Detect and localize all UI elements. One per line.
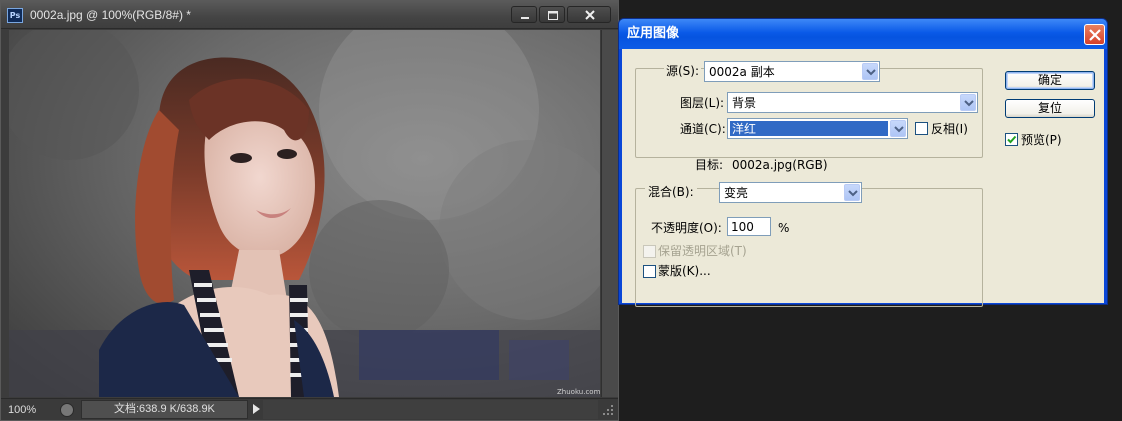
close-button[interactable] — [567, 6, 611, 23]
blending-value: 变亮 — [724, 186, 749, 200]
channel-value: 洋红 — [732, 122, 757, 136]
preserve-transparency-checkbox[interactable] — [643, 245, 656, 258]
mask-checkbox[interactable] — [643, 265, 656, 278]
document-title: 0002a.jpg @ 100%(RGB/8#) * — [30, 8, 191, 22]
layer-label: 图层(L): — [680, 96, 725, 110]
opacity-input[interactable]: 100 — [727, 217, 771, 236]
resize-grip-icon[interactable] — [601, 403, 615, 417]
watermark-text: Zhuoku.com — [557, 388, 600, 396]
mask-label[interactable]: 蒙版(K)... — [658, 264, 711, 278]
invert-checkbox[interactable] — [915, 122, 928, 135]
channel-dropdown-button[interactable] — [890, 120, 906, 137]
chevron-down-icon — [866, 69, 876, 76]
channel-select[interactable]: 洋红 — [727, 118, 908, 139]
target-label: 目标: — [695, 158, 724, 172]
opacity-unit: % — [778, 221, 790, 235]
source-select[interactable]: 0002a 副本 — [704, 61, 880, 82]
preview-label[interactable]: 预览(P) — [1021, 133, 1062, 147]
opacity-value: 100 — [731, 220, 754, 234]
blending-select[interactable]: 变亮 — [719, 182, 862, 203]
source-label: 源(S): — [664, 64, 702, 78]
document-window: Ps 0002a.jpg @ 100%(RGB/8#) * Zhuoku.com… — [0, 0, 619, 421]
maximize-button[interactable] — [539, 6, 565, 23]
reset-button[interactable]: 复位 — [1005, 99, 1095, 118]
dialog-title: 应用图像 — [627, 26, 680, 41]
source-value: 0002a 副本 — [709, 65, 775, 79]
horizontal-scrollbar[interactable] — [263, 400, 598, 419]
status-menu-arrow-icon[interactable] — [250, 402, 262, 416]
ok-button[interactable]: 确定 — [1005, 71, 1095, 90]
blending-dropdown-button[interactable] — [844, 184, 860, 201]
target-value: 0002a.jpg(RGB) — [732, 158, 828, 172]
dialog-close-button[interactable] — [1084, 24, 1105, 45]
close-icon — [1089, 29, 1101, 41]
dialog-titlebar[interactable]: 应用图像 — [619, 19, 1107, 49]
status-bar: 100% 文档:638.9 K/638.9K — [1, 398, 618, 420]
close-icon — [585, 10, 595, 20]
zoom-level[interactable]: 100% — [8, 403, 36, 417]
preserve-transparency-label: 保留透明区域(T) — [658, 244, 747, 258]
photo-image: Zhuoku.com — [9, 30, 600, 397]
checkmark-icon — [1007, 135, 1017, 144]
chevron-down-icon — [964, 100, 974, 107]
chevron-down-icon — [848, 190, 858, 197]
minimize-icon — [521, 17, 529, 19]
preview-checkbox[interactable] — [1005, 133, 1018, 146]
photoshop-logo-icon: Ps — [7, 8, 23, 23]
image-canvas[interactable]: Zhuoku.com — [9, 30, 600, 397]
layer-select[interactable]: 背景 — [727, 92, 978, 113]
dialog-body: 源(S): 0002a 副本 图层(L): 背景 通道(C): 洋红 反相(I)… — [622, 49, 1104, 307]
layer-value: 背景 — [732, 96, 757, 110]
blending-label: 混合(B): — [645, 185, 697, 199]
vertical-scrollbar[interactable] — [601, 30, 618, 397]
invert-label[interactable]: 反相(I) — [931, 122, 968, 136]
zoom-icon[interactable] — [60, 403, 74, 417]
layer-dropdown-button[interactable] — [960, 94, 976, 111]
source-dropdown-button[interactable] — [862, 63, 878, 80]
channel-label: 通道(C): — [680, 122, 726, 136]
maximize-icon — [548, 11, 558, 20]
document-info: 文档:638.9 K/638.9K — [81, 400, 248, 419]
chevron-down-icon — [894, 126, 904, 133]
apply-image-dialog: 应用图像 源(S): 0002a 副本 图层(L): 背景 通道(C): 洋红 — [618, 18, 1108, 307]
minimize-button[interactable] — [511, 6, 537, 23]
document-titlebar[interactable]: Ps 0002a.jpg @ 100%(RGB/8#) * — [1, 1, 618, 29]
opacity-label: 不透明度(O): — [651, 221, 722, 235]
